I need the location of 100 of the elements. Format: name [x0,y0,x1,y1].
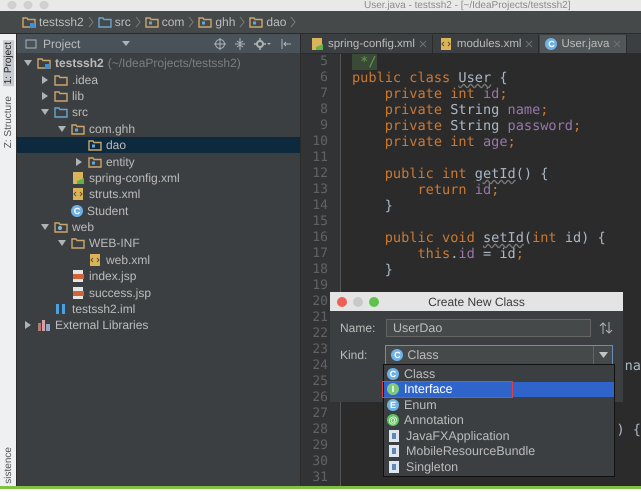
expanded-arrow-icon [57,124,67,134]
caret-icon [122,40,130,46]
chevron-icon [290,15,296,29]
tree-item[interactable]: lib [17,88,300,104]
chevron-icon [88,15,94,29]
xml-file-icon [88,252,102,267]
tree-item[interactable]: web [17,218,300,236]
close-icon [613,40,622,48]
tree-item[interactable]: success.jsp [17,284,300,301]
tree-item[interactable]: testssh2.iml [17,300,300,318]
tool-window-tab[interactable]: 1: Project [2,40,14,86]
folder-icon [54,72,68,87]
tree-item[interactable]: C Student [17,202,300,219]
module-folder-icon [37,56,51,70]
tree-item[interactable]: src [17,104,300,121]
module-file-icon [54,302,68,316]
package-folder-icon [88,138,102,152]
module-folder-icon [22,15,36,29]
class-badge-icon: C [387,368,399,380]
tree-item[interactable]: index.jsp [17,268,300,284]
collapsed-arrow-icon [40,90,50,101]
jsp-file-icon [71,286,85,300]
tree-item[interactable]: dao [17,136,300,154]
package-folder-icon [71,122,85,136]
breadcrumb-item[interactable]: testssh2 [22,15,84,29]
sort-arrows-icon [599,321,613,335]
code-line: } [384,198,393,214]
tree-item[interactable]: entity [17,153,300,170]
code-line: private int age; [384,134,516,150]
tree-item[interactable]: web.xml [17,252,300,268]
code-line: return id; [416,182,500,198]
code-line: this.id = id; [416,246,524,262]
tree-item[interactable]: testssh2 (~/IdeaProjects/testssh2) [17,55,300,72]
window-title: User.java - testssh2 - [~/IdeaProjects/testssh2] [364,0,570,11]
name-field[interactable]: UserDao [386,319,591,337]
code-line: private String name; [384,102,548,118]
kind-option[interactable]: MobileResourceBundle [384,444,614,459]
tree-item[interactable]: spring-config.xml [17,170,300,186]
package-folder-icon [144,15,159,29]
field-label: Kind: [340,348,368,362]
chevron-icon [239,15,246,29]
folder-icon [54,88,68,103]
collapsed-arrow-icon [74,156,84,167]
tool-window-tab[interactable]: Z: Structure [2,94,14,150]
kind-option[interactable]: I Interface [384,382,614,397]
code-line: public int getId() { [384,166,548,182]
interface-badge-icon: I [387,383,399,396]
settings-icon [254,38,272,50]
tree-item[interactable]: com.ghh [17,120,300,137]
kind-dropdown[interactable]: C Class [385,345,613,365]
code-line: private String password; [384,118,582,134]
expanded-arrow-icon [40,222,50,232]
code-line: public void setId(int id) { [384,230,606,246]
expanded-arrow-icon [57,238,67,248]
expanded-arrow-icon [23,58,33,68]
web-folder-icon [54,220,68,234]
tree-item[interactable]: struts.xml [17,186,300,203]
kind-option[interactable]: E Enum [384,397,614,412]
chevron-icon [134,15,141,29]
template-file-icon [387,428,401,443]
folder-icon [54,105,68,120]
xml-file-icon [71,187,85,202]
package-folder-icon [198,15,212,29]
expanded-arrow-icon [40,107,50,118]
kind-option[interactable]: C Class [384,366,614,382]
jsp-file-icon [71,269,85,284]
collapsed-arrow-icon [40,74,50,85]
package-folder-icon [88,154,102,169]
dialog-title: Create New Class [427,294,526,308]
editor-tab[interactable]: C User.java [540,35,628,53]
kind-option[interactable]: Singleton [384,459,614,474]
template-file-icon [387,460,401,474]
folder-icon [71,236,85,250]
code-line: private int id; [384,86,508,102]
tool-window-tab[interactable]: sistence [2,445,14,486]
chevron-icon [188,15,194,29]
package-folder-icon [249,15,264,29]
breadcrumb-item[interactable]: dao [249,15,286,29]
close-icon [418,40,427,48]
code-fragment: ) { [616,422,641,438]
kind-option[interactable]: @ Annotation [384,412,614,428]
xml-file-icon [438,37,453,51]
crosshair-icon [214,38,226,50]
tree-item[interactable]: .idea [17,71,300,88]
class-badge-icon: C [71,204,83,217]
code-line: } [384,262,393,278]
kind-option[interactable]: JavaFXApplication [384,428,614,444]
code-line: public class User { [352,70,508,86]
project-view-dropdown[interactable]: Project [25,36,130,50]
collapsed-arrow-icon [23,320,33,330]
library-icon [37,318,51,332]
class-badge-icon: C [545,38,558,50]
breadcrumb-item[interactable]: src [98,15,131,29]
panel-icon [25,38,37,50]
breadcrumb-item[interactable]: ghh [198,15,236,29]
breadcrumb-item[interactable]: com [144,15,184,29]
tree-item[interactable]: External Libraries [17,317,300,334]
enum-badge-icon: E [387,398,399,411]
tree-item[interactable]: WEB-INF [17,235,300,252]
caret-icon [598,352,608,358]
